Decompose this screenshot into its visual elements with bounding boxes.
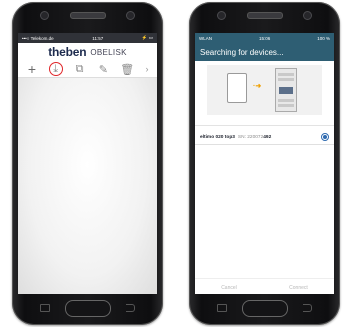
- device-name: eltimo 020 top3: [200, 134, 235, 140]
- add-icon[interactable]: +: [25, 61, 39, 77]
- device-list-item[interactable]: eltimo 020 top3 SN: 220072 492: [195, 130, 334, 145]
- app-logo: theben OBELISK: [18, 43, 157, 61]
- status-bar: WLAN 15:06 100 %: [195, 33, 334, 43]
- device-serial-prefix: SN: 220072: [237, 134, 264, 140]
- right-phone: WLAN 15:06 100 % Searching for devices..…: [189, 2, 340, 325]
- device-list-empty-area: [195, 145, 334, 278]
- back-key[interactable]: [303, 304, 312, 312]
- vent-stripe: [278, 104, 294, 107]
- status-bar: •••○ Telekom.de 11:57 ⚡ ▭: [18, 33, 157, 43]
- sensor: [126, 11, 135, 20]
- cancel-button[interactable]: Cancel: [221, 285, 237, 291]
- toolbar: + ⤓ ⧉ ✎ 🗑 ›: [18, 61, 157, 78]
- vent-stripe: [278, 99, 294, 102]
- network-label: WLAN: [199, 35, 213, 41]
- recent-apps-key[interactable]: [40, 304, 50, 312]
- vent-stripe: [278, 73, 294, 76]
- left-phone: •••○ Telekom.de 11:57 ⚡ ▭ theben OBELISK…: [12, 2, 163, 325]
- device-serial-suffix: 492: [263, 134, 272, 140]
- edit-icon[interactable]: ✎: [96, 62, 110, 76]
- divider: [195, 125, 334, 126]
- empty-content-area: [18, 78, 157, 294]
- din-rail-timer-icon: [275, 68, 297, 112]
- earpiece-speaker: [69, 12, 106, 19]
- copy-icon[interactable]: ⧉: [73, 62, 87, 76]
- front-camera: [40, 11, 49, 20]
- transfer-arrow-icon: ·➜: [253, 83, 262, 90]
- chevron-right-icon[interactable]: ›: [144, 62, 150, 76]
- back-key[interactable]: [126, 304, 135, 312]
- battery-label: 100 %: [317, 35, 330, 41]
- connect-button[interactable]: Connect: [289, 285, 308, 291]
- battery-icon: ⚡ ▭: [141, 35, 153, 40]
- home-button[interactable]: [241, 300, 288, 317]
- product-name: OBELISK: [90, 47, 127, 57]
- carrier-label: •••○ Telekom.de: [22, 35, 54, 41]
- recent-apps-key[interactable]: [217, 304, 227, 312]
- front-camera: [217, 11, 226, 20]
- home-button[interactable]: [64, 300, 111, 317]
- download-from-device-icon[interactable]: ⤓: [48, 62, 63, 76]
- left-screen: •••○ Telekom.de 11:57 ⚡ ▭ theben OBELISK…: [18, 33, 157, 294]
- delete-icon[interactable]: 🗑: [120, 62, 134, 76]
- right-screen: WLAN 15:06 100 % Searching for devices..…: [195, 33, 334, 294]
- connection-illustration: ·➜: [195, 61, 334, 119]
- clock: 15:06: [258, 35, 271, 41]
- selected-radio[interactable]: [321, 133, 329, 141]
- vent-stripe: [278, 78, 294, 81]
- brand-logo: theben: [48, 45, 87, 59]
- action-bar: Cancel Connect: [195, 278, 334, 294]
- sensor: [303, 11, 312, 20]
- clock: 11:57: [92, 35, 104, 41]
- illustration-card: ·➜: [207, 65, 322, 115]
- display-window: [279, 87, 293, 94]
- earpiece-speaker: [246, 12, 283, 19]
- tablet-icon: [227, 73, 247, 103]
- page-title: Searching for devices...: [195, 43, 334, 61]
